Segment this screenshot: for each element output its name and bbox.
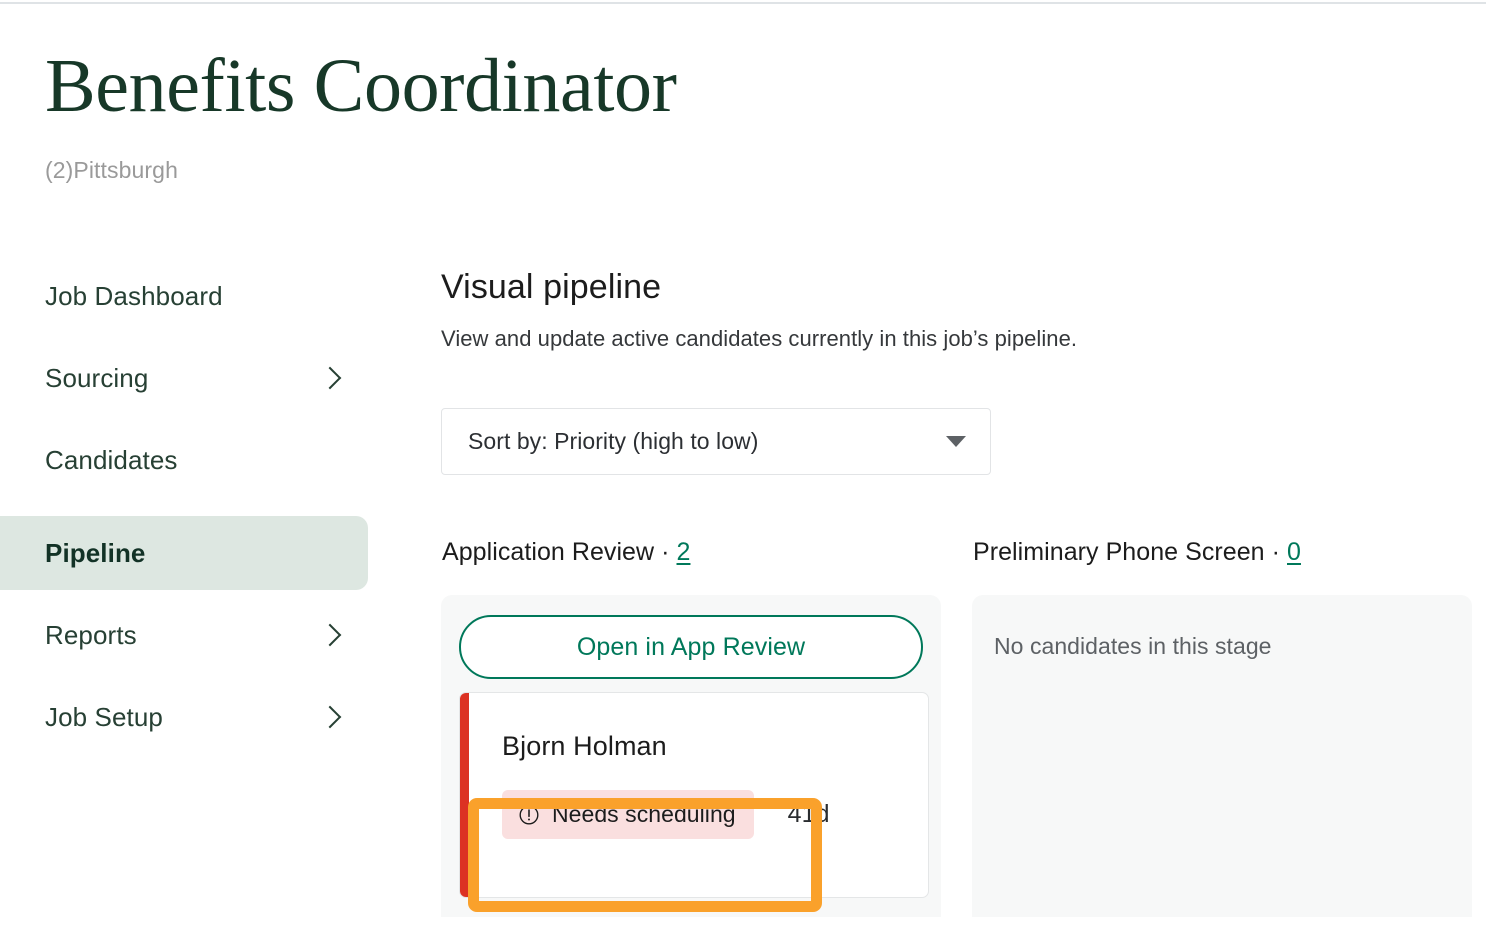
top-divider — [0, 2, 1486, 4]
pipeline-column-body: Open in App Review Bjorn Holman Needs sche… — [441, 595, 941, 917]
sidebar-item-label: Pipeline — [45, 537, 146, 568]
main-content: Visual pipeline View and update active c… — [441, 270, 1486, 932]
sidebar-item-sourcing[interactable]: Sourcing — [0, 352, 368, 404]
sidebar-item-pipeline[interactable]: Pipeline — [0, 516, 368, 590]
pipeline-column-separator: · — [1264, 538, 1287, 566]
chevron-right-icon — [318, 623, 342, 647]
candidate-meta-row: Needs scheduling 41d — [460, 790, 928, 839]
chevron-right-icon — [318, 705, 342, 729]
status-badge-label: Needs scheduling — [552, 801, 736, 827]
sidebar-item-label: Sourcing — [45, 362, 149, 393]
sort-by-value: Sort by: Priority (high to low) — [468, 428, 759, 454]
chevron-right-icon — [318, 366, 342, 390]
pipeline-column-body: No candidates in this stage — [972, 595, 1472, 917]
sort-by-select[interactable]: Sort by: Priority (high to low) — [441, 408, 991, 475]
pipeline-column-header: Preliminary Phone Screen · 0 — [973, 538, 1472, 567]
candidate-days-in-stage: 41d — [787, 800, 830, 828]
sidebar-item-job-setup[interactable]: Job Setup — [0, 691, 368, 743]
pipeline-column-count[interactable]: 0 — [1287, 538, 1301, 566]
section-title: Visual pipeline — [441, 268, 662, 306]
section-description: View and update active candidates curren… — [441, 326, 1078, 351]
sidebar-item-candidates[interactable]: Candidates — [0, 434, 368, 486]
empty-stage-message: No candidates in this stage — [994, 633, 1272, 659]
pipeline-column-count[interactable]: 2 — [677, 538, 691, 566]
pipeline-column-title: Application Review — [442, 538, 655, 566]
pipeline-column-title: Preliminary Phone Screen — [973, 538, 1265, 566]
sidebar-item-label: Job Setup — [45, 701, 163, 732]
page-subtitle-location: (2)Pittsburgh — [45, 157, 178, 183]
page-header: Benefits Coordinator (2)Pittsburgh — [45, 48, 677, 184]
sidebar-item-label: Candidates — [45, 444, 178, 475]
sidebar-item-label: Job Dashboard — [45, 280, 223, 311]
sidebar-item-label: Reports — [45, 619, 137, 650]
sidebar-item-reports[interactable]: Reports — [0, 609, 368, 661]
pipeline-column: Preliminary Phone Screen · 0 No candidate… — [972, 538, 1472, 917]
sidebar-nav: Job Dashboard Sourcing Candidates Pipeline R… — [0, 270, 368, 773]
pipeline-column-separator: · — [654, 538, 677, 566]
candidate-name: Bjorn Holman — [502, 731, 667, 761]
exclamation-circle-icon — [519, 805, 539, 824]
pipeline-column-header: Application Review · 2 — [442, 538, 941, 567]
sidebar-item-job-dashboard[interactable]: Job Dashboard — [0, 270, 368, 322]
status-badge[interactable]: Needs scheduling — [502, 790, 754, 839]
pipeline-column: Application Review · 2 Open in App Review… — [441, 538, 941, 917]
pipeline-columns: Application Review · 2 Open in App Review… — [441, 538, 1486, 917]
candidate-card[interactable]: Bjorn Holman Needs scheduling 41d — [459, 692, 929, 898]
open-in-app-review-button[interactable]: Open in App Review — [459, 615, 923, 679]
page-title: Benefits Coordinator — [45, 44, 677, 128]
chevron-down-icon — [946, 436, 966, 447]
